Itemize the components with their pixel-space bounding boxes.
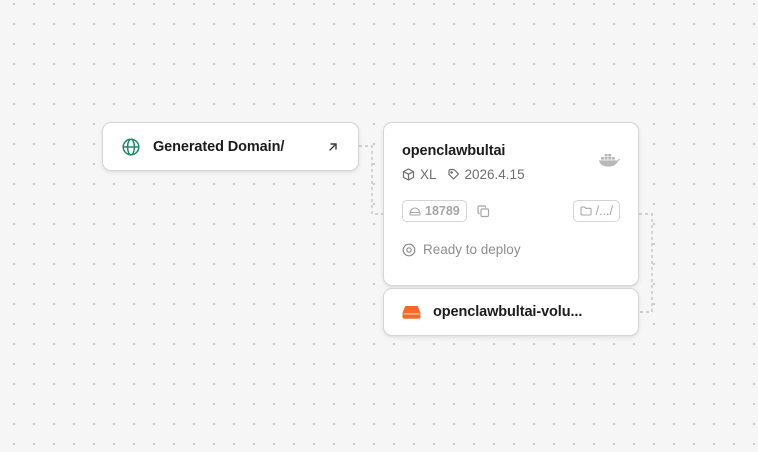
service-to-volume-connector: [639, 213, 653, 313]
service-version: 2026.4.15: [464, 167, 525, 182]
service-meta: XL 2026.4.15: [402, 167, 620, 182]
service-port-row: 18789 /.../: [402, 200, 620, 222]
service-title: openclawbultai: [402, 143, 506, 159]
path-chip[interactable]: /.../: [572, 200, 620, 222]
path-value: /.../: [595, 204, 613, 218]
docker-icon: [598, 151, 621, 168]
version-tag-icon: [447, 168, 460, 181]
hard-drive-icon: [402, 304, 421, 320]
arrow-up-right-icon[interactable]: [326, 140, 340, 154]
copy-icon[interactable]: [477, 204, 490, 218]
port-chip[interactable]: 18789: [402, 200, 467, 222]
folder-icon: [580, 205, 592, 217]
volume-node[interactable]: openclawbultai-volu...: [383, 288, 639, 336]
generated-domain-node[interactable]: Generated Domain/: [102, 122, 359, 171]
network-icon: [409, 205, 421, 217]
deploy-status: Ready to deploy: [402, 242, 620, 257]
project-canvas[interactable]: Generated Domain/ openclawbultai XL 2026…: [0, 0, 758, 452]
service-size: XL: [420, 167, 437, 182]
domain-to-service-connector: [359, 145, 383, 215]
volume-label: openclawbultai-volu...: [433, 304, 583, 320]
status-text: Ready to deploy: [423, 242, 521, 257]
globe-icon: [121, 137, 141, 157]
cube-icon: [402, 168, 415, 181]
connection-lines: [359, 145, 653, 313]
port-value: 18789: [425, 204, 460, 218]
status-circle-icon: [402, 243, 416, 257]
domain-label: Generated Domain/: [153, 138, 285, 155]
service-node[interactable]: openclawbultai XL 2026.4.15 18789 /.../ …: [383, 122, 639, 286]
